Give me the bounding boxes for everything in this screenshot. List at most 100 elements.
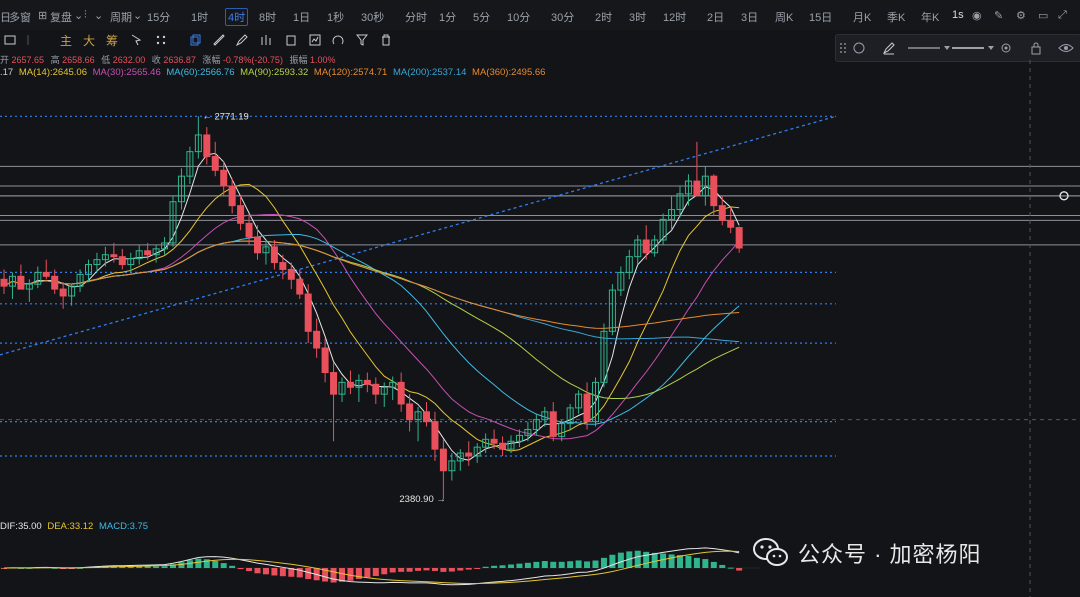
macd-bar-85 xyxy=(719,564,726,568)
copy-icon[interactable] xyxy=(190,34,202,46)
chevron-down-icon[interactable]: ⌄ xyxy=(94,9,103,22)
camera-icon[interactable]: ◉ xyxy=(972,9,982,22)
timeframe-5[interactable]: 1秒 xyxy=(327,9,344,25)
macd-bar-74 xyxy=(626,551,633,568)
screen-icon[interactable]: ▭ xyxy=(1038,9,1048,22)
floating-draw-toolbar xyxy=(835,34,1080,62)
timeframe-4[interactable]: 1日 xyxy=(293,9,310,25)
macd-bar-42 xyxy=(355,568,362,579)
macd-bar-63 xyxy=(533,561,540,568)
clipboard-icon[interactable] xyxy=(285,34,297,46)
bar-chart-icon[interactable] xyxy=(260,34,272,46)
candle-body-75 xyxy=(634,239,642,258)
candle-body-7 xyxy=(59,288,67,297)
timeframe-18[interactable]: 15日 xyxy=(809,9,832,25)
candle-body-25 xyxy=(211,156,219,171)
macd-legend: DIF:35.00 DEA:33.12 MACD:3.75 xyxy=(0,521,148,532)
macd-bar-65 xyxy=(550,561,557,568)
macd-bar-26 xyxy=(220,563,227,568)
pen-icon[interactable] xyxy=(236,34,248,46)
candlestick-chart[interactable]: ← 2771.19 2380.90 → xyxy=(0,0,1080,597)
interval-select[interactable]: 1s xyxy=(952,9,964,21)
macd-bar-10 xyxy=(85,567,92,569)
timeframe-12[interactable]: 2时 xyxy=(595,9,612,25)
period-button[interactable]: 周期 xyxy=(110,9,132,25)
timeframe-0[interactable]: 15分 xyxy=(147,9,170,25)
close-label: 收 xyxy=(151,55,161,65)
settings-icon[interactable]: ⚙ xyxy=(1016,9,1026,22)
macd-bar-2 xyxy=(17,567,24,569)
candle-body-72 xyxy=(608,289,616,332)
candle-body-0 xyxy=(0,278,8,287)
price-handle xyxy=(1059,191,1069,201)
candle-body-50 xyxy=(423,411,430,423)
candle-type-icon[interactable]: ⫶ xyxy=(84,9,87,22)
ma90-line xyxy=(3,233,740,425)
timeframe-3[interactable]: 8时 xyxy=(259,9,276,25)
fullscreen-icon[interactable]: ⤢ xyxy=(1058,9,1067,22)
edit-icon[interactable]: ✎ xyxy=(994,9,1003,22)
pen-icon[interactable] xyxy=(882,41,896,55)
big-order-button[interactable]: 大 xyxy=(83,32,95,49)
timeframe-13[interactable]: 3时 xyxy=(629,9,646,25)
timeframe-21[interactable]: 年K xyxy=(921,9,939,25)
macd-bar-18 xyxy=(153,566,160,568)
candle-body-69 xyxy=(583,393,591,423)
candle-body-56 xyxy=(473,446,481,457)
timeframe-7[interactable]: 分时 xyxy=(405,9,427,25)
timeframe-17[interactable]: 周K xyxy=(775,9,793,25)
visibility-eye-icon[interactable] xyxy=(1058,41,1074,55)
timeframe-19[interactable]: 月K xyxy=(853,9,871,25)
macd-bar-69 xyxy=(584,561,591,568)
main-indicator-button[interactable]: 主 xyxy=(60,32,72,49)
candle-body-37 xyxy=(313,330,321,349)
macd-bar-66 xyxy=(558,561,565,568)
timeframe-11[interactable]: 30分 xyxy=(551,9,574,25)
timeframe-10[interactable]: 10分 xyxy=(507,9,530,25)
macd-bar-44 xyxy=(372,568,379,577)
filter-icon[interactable] xyxy=(356,34,368,46)
wechat-logo-icon xyxy=(753,538,788,566)
adjust-icon[interactable]: ⊞ xyxy=(38,9,47,22)
grid-icon[interactable] xyxy=(155,34,167,46)
macd-bar-23 xyxy=(195,558,202,568)
chevron-down-icon[interactable]: ⌄ xyxy=(74,9,83,22)
candle-body-11 xyxy=(93,259,101,266)
timeframe-1[interactable]: 1时 xyxy=(191,9,208,25)
rectangle-icon[interactable] xyxy=(4,34,16,46)
candle-body-81 xyxy=(684,180,692,195)
line-width-select[interactable] xyxy=(950,41,1000,55)
ma-first-value: .17 xyxy=(0,67,14,78)
candle-body-19 xyxy=(161,242,169,250)
adjust-button[interactable]: 复盘 xyxy=(50,9,72,25)
timeframe-8[interactable]: 1分 xyxy=(439,9,456,25)
candle-body-23 xyxy=(194,134,202,153)
timeframe-14[interactable]: 12时 xyxy=(663,9,686,25)
high-value: 2658.66 xyxy=(62,55,95,65)
timeframe-15[interactable]: 2日 xyxy=(707,9,724,25)
undo-icon[interactable] xyxy=(852,41,866,55)
line-style-select[interactable] xyxy=(906,41,956,55)
lock-icon[interactable] xyxy=(1029,41,1043,55)
chip-button[interactable]: 筹 xyxy=(106,32,118,49)
ruler-icon[interactable] xyxy=(213,34,225,46)
chevron-down-icon[interactable]: ⌄ xyxy=(133,9,142,22)
settings-icon[interactable] xyxy=(999,41,1013,55)
macd-bar-35 xyxy=(296,568,303,578)
timeframe-6[interactable]: 30秒 xyxy=(361,9,384,25)
candle-body-36 xyxy=(304,293,312,332)
timeframe-2[interactable]: 4时 xyxy=(225,8,249,26)
multi-window-button[interactable]: 多窗 xyxy=(9,9,31,25)
timeframe-9[interactable]: 5分 xyxy=(473,9,490,25)
timeframe-16[interactable]: 3日 xyxy=(741,9,758,25)
drag-handle-icon[interactable] xyxy=(839,42,847,54)
magnet-icon[interactable] xyxy=(332,34,344,46)
macd-bar-86 xyxy=(727,567,734,569)
trash-icon[interactable] xyxy=(380,34,392,46)
macd-bar-82 xyxy=(693,557,700,568)
candle-body-79 xyxy=(668,209,676,220)
chart-box-icon[interactable] xyxy=(309,34,321,46)
candle-body-51 xyxy=(431,421,439,450)
pointer-icon[interactable] xyxy=(130,34,142,46)
timeframe-20[interactable]: 季K xyxy=(887,9,905,25)
